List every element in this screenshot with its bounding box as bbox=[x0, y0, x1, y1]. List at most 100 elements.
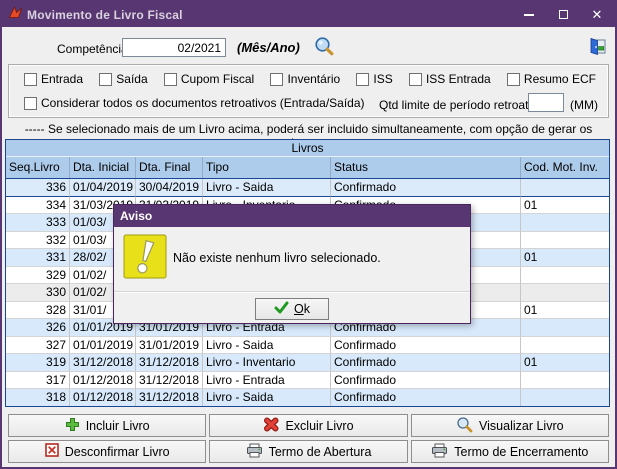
termo-abertura-button[interactable]: Termo de Abertura bbox=[209, 440, 407, 463]
search-magnifier-icon[interactable] bbox=[314, 36, 335, 62]
table-cell: 317 bbox=[6, 372, 70, 390]
ok-button[interactable]: Ok bbox=[255, 298, 329, 320]
table-cell: 31/12/2018 bbox=[70, 354, 136, 372]
titlebar: Movimento de Livro Fiscal ✕ bbox=[2, 2, 615, 27]
table-cell: 31/12/2018 bbox=[136, 354, 203, 372]
checkbox-icon bbox=[24, 97, 37, 110]
check-icon bbox=[274, 301, 289, 317]
table-row[interactable]: 32701/01/201931/01/2019Livro - SaidaConf… bbox=[6, 337, 609, 355]
table-cell: Livro - Saida bbox=[203, 337, 331, 355]
table-row[interactable]: 31931/12/201831/12/2018Livro - Inventari… bbox=[6, 354, 609, 372]
table-cell: Confirmado bbox=[331, 337, 521, 355]
checkbox-label: Saída bbox=[116, 72, 147, 86]
table-cell: 31/01/2019 bbox=[136, 337, 203, 355]
printer-icon bbox=[431, 443, 448, 461]
table-cell: Confirmado bbox=[331, 354, 521, 372]
table-cell bbox=[521, 179, 609, 197]
app-logo-icon bbox=[8, 5, 23, 24]
maximize-button[interactable] bbox=[555, 7, 571, 23]
checkbox-icon bbox=[356, 73, 369, 86]
table-cell: 31/12/2018 bbox=[136, 372, 203, 390]
table-row[interactable]: 31701/12/201831/12/2018Livro - EntradaCo… bbox=[6, 372, 609, 390]
filter-checkbox-resumo-ecf[interactable]: Resumo ECF bbox=[507, 72, 596, 86]
filters-groupbox: Entrada Saída Cupom Fiscal Inventário ISS ISS… bbox=[8, 64, 609, 118]
table-cell bbox=[521, 319, 609, 337]
column-header[interactable]: Tipo bbox=[203, 157, 331, 178]
checkbox-label: Cupom Fiscal bbox=[181, 72, 254, 86]
table-cell: 01 bbox=[521, 354, 609, 372]
table-row[interactable]: 31801/12/201831/12/2018Livro - SaidaConf… bbox=[6, 389, 609, 407]
checkbox-label: ISS bbox=[373, 72, 392, 86]
table-cell: 328 bbox=[6, 302, 70, 320]
dialog-title: Aviso bbox=[120, 209, 152, 223]
table-cell: 334 bbox=[6, 197, 70, 215]
competencia-label: Competência: bbox=[57, 42, 131, 56]
cancel-box-icon bbox=[45, 443, 59, 460]
column-header[interactable]: Cod. Mot. Inv. bbox=[521, 157, 609, 178]
checkbox-icon bbox=[24, 73, 37, 86]
termo-encerramento-button[interactable]: Termo de Encerramento bbox=[411, 440, 609, 463]
table-cell: 336 bbox=[6, 179, 70, 197]
minimize-button[interactable] bbox=[521, 7, 537, 23]
warning-icon bbox=[123, 234, 167, 287]
column-header[interactable]: Status bbox=[331, 157, 521, 178]
filter-checkbox-entrada[interactable]: Entrada bbox=[24, 72, 83, 86]
filter-checkbox-iss[interactable]: ISS bbox=[356, 72, 392, 86]
table-cell: 329 bbox=[6, 267, 70, 285]
filter-checkbox-sa-da[interactable]: Saída bbox=[99, 72, 147, 86]
filter-checkbox-invent-rio[interactable]: Inventário bbox=[270, 72, 340, 86]
table-cell: 318 bbox=[6, 389, 70, 407]
window-title: Movimento de Livro Fiscal bbox=[27, 8, 183, 22]
table-cell: 01/12/2018 bbox=[70, 389, 136, 407]
table-cell bbox=[521, 284, 609, 302]
table-cell: 330 bbox=[6, 284, 70, 302]
mes-ano-hint: (Mês/Ano) bbox=[237, 40, 300, 55]
table-cell: Livro - Saida bbox=[203, 389, 331, 407]
table-cell bbox=[521, 372, 609, 390]
checkbox-label: Inventário bbox=[287, 72, 340, 86]
filter-checkbox-retroativos[interactable]: Considerar todos os documentos retroativ… bbox=[24, 96, 365, 110]
table-cell: 30/04/2019 bbox=[136, 179, 203, 197]
exit-button[interactable] bbox=[588, 37, 607, 59]
table-cell: Livro - Inventario bbox=[203, 354, 331, 372]
visualizar-livro-button[interactable]: Visualizar Livro bbox=[411, 414, 609, 437]
grid-title: Livros bbox=[6, 140, 609, 157]
table-cell: 331 bbox=[6, 249, 70, 267]
table-cell: 01/01/2019 bbox=[70, 337, 136, 355]
table-cell: 01/04/2019 bbox=[70, 179, 136, 197]
magnifier-icon bbox=[456, 416, 473, 436]
table-cell: Livro - Saida bbox=[203, 179, 331, 197]
action-button-bar: Incluir Livro Excluir Livro bbox=[8, 414, 609, 463]
filter-checkbox-cupom-fiscal[interactable]: Cupom Fiscal bbox=[164, 72, 254, 86]
checkbox-label: Resumo ECF bbox=[524, 72, 596, 86]
table-cell: 319 bbox=[6, 354, 70, 372]
filter-checkbox-iss-entrada[interactable]: ISS Entrada bbox=[409, 72, 491, 86]
retroactive-label: Considerar todos os documentos retroativ… bbox=[41, 96, 365, 110]
table-cell bbox=[521, 389, 609, 407]
incluir-livro-button[interactable]: Incluir Livro bbox=[8, 414, 206, 437]
maximize-icon bbox=[559, 10, 568, 19]
checkbox-label: Entrada bbox=[41, 72, 83, 86]
desconfirmar-livro-button[interactable]: Desconfirmar Livro bbox=[8, 440, 206, 463]
table-row[interactable]: 33601/04/201930/04/2019Livro - SaidaConf… bbox=[6, 179, 609, 197]
table-cell: 01 bbox=[521, 302, 609, 320]
dialog-message: Não existe nenhum livro selecionado. bbox=[173, 251, 381, 265]
table-cell: 332 bbox=[6, 232, 70, 250]
grid-header: Seq.LivroDta. InicialDta. FinalTipoStatu… bbox=[6, 157, 609, 179]
excluir-livro-button[interactable]: Excluir Livro bbox=[209, 414, 407, 437]
table-cell bbox=[521, 337, 609, 355]
competencia-input[interactable] bbox=[122, 38, 226, 57]
filter-checkbox-row: Entrada Saída Cupom Fiscal Inventário ISS ISS… bbox=[24, 72, 596, 86]
qty-limit-input[interactable] bbox=[528, 93, 564, 112]
table-cell: 333 bbox=[6, 214, 70, 232]
table-cell: 01 bbox=[521, 249, 609, 267]
table-cell: Confirmado bbox=[331, 179, 521, 197]
close-button[interactable]: ✕ bbox=[589, 7, 605, 23]
dialog-body: Não existe nenhum livro selecionado. Ok bbox=[114, 227, 470, 323]
dialog-titlebar: Aviso bbox=[114, 205, 470, 227]
table-cell bbox=[521, 232, 609, 250]
column-header[interactable]: Seq.Livro bbox=[6, 157, 70, 178]
column-header[interactable]: Dta. Final bbox=[136, 157, 203, 178]
delete-x-icon bbox=[263, 417, 279, 435]
column-header[interactable]: Dta. Inicial bbox=[70, 157, 136, 178]
